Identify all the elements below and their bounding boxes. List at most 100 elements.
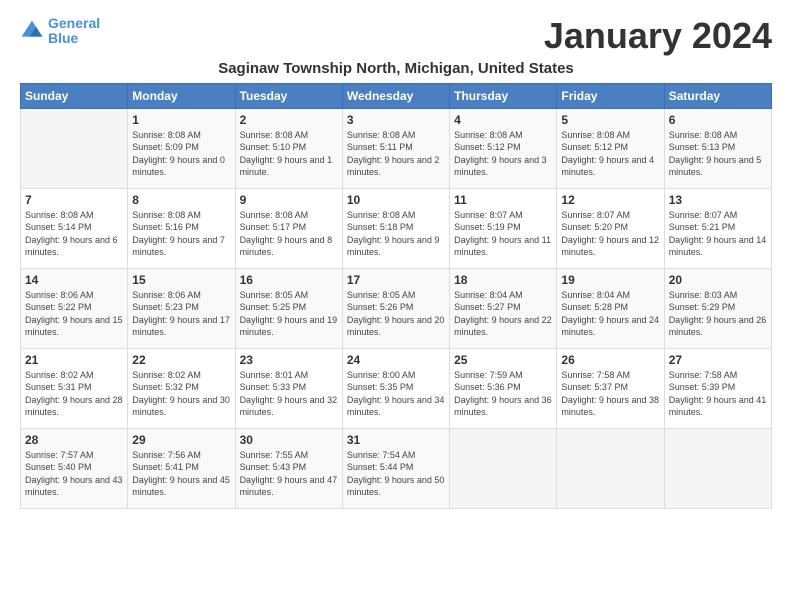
- day-number: 2: [240, 113, 338, 127]
- day-number: 23: [240, 353, 338, 367]
- day-cell: 28Sunrise: 7:57 AMSunset: 5:40 PMDayligh…: [21, 428, 128, 508]
- day-info: Sunrise: 8:04 AMSunset: 5:27 PMDaylight:…: [454, 289, 552, 339]
- day-cell: 11 Sunrise: 8:07 AMSunset: 5:19 PMDayligh…: [450, 188, 557, 268]
- day-info: Sunrise: 8:08 AMSunset: 5:10 PMDaylight:…: [240, 129, 338, 179]
- day-number: 19: [561, 273, 659, 287]
- day-info: Sunrise: 8:08 AMSunset: 5:16 PMDaylight:…: [132, 209, 230, 259]
- day-info: Sunrise: 8:03 AMSunset: 5:29 PMDaylight:…: [669, 289, 767, 339]
- day-cell: 10Sunrise: 8:08 AMSunset: 5:18 PMDayligh…: [342, 188, 449, 268]
- day-cell: [664, 428, 771, 508]
- logo: General Blue: [20, 16, 100, 47]
- day-info: Sunrise: 8:08 AMSunset: 5:17 PMDaylight:…: [240, 209, 338, 259]
- weekday-header-tuesday: Tuesday: [235, 83, 342, 108]
- day-cell: 3 Sunrise: 8:08 AMSunset: 5:11 PMDaylight…: [342, 108, 449, 188]
- day-number: 15: [132, 273, 230, 287]
- weekday-header-sunday: Sunday: [21, 83, 128, 108]
- day-info: Sunrise: 8:06 AMSunset: 5:22 PMDaylight:…: [25, 289, 123, 339]
- day-cell: 12 Sunrise: 8:07 AMSunset: 5:20 PMDayligh…: [557, 188, 664, 268]
- day-cell: 18 Sunrise: 8:04 AMSunset: 5:27 PMDayligh…: [450, 268, 557, 348]
- day-cell: 27 Sunrise: 7:58 AMSunset: 5:39 PMDayligh…: [664, 348, 771, 428]
- week-row-3: 14 Sunrise: 8:06 AMSunset: 5:22 PMDayligh…: [21, 268, 772, 348]
- day-info: Sunrise: 7:56 AMSunset: 5:41 PMDaylight:…: [132, 449, 230, 499]
- day-number: 12: [561, 193, 659, 207]
- day-number: 30: [240, 433, 338, 447]
- day-number: 21: [25, 353, 123, 367]
- day-info: Sunrise: 8:07 AMSunset: 5:20 PMDaylight:…: [561, 209, 659, 259]
- logo-text: General Blue: [48, 16, 100, 47]
- weekday-header-row: SundayMondayTuesdayWednesdayThursdayFrid…: [21, 83, 772, 108]
- day-number: 11: [454, 193, 552, 207]
- day-cell: 2 Sunrise: 8:08 AMSunset: 5:10 PMDaylight…: [235, 108, 342, 188]
- logo-icon: [20, 19, 44, 43]
- day-cell: 8 Sunrise: 8:08 AMSunset: 5:16 PMDaylight…: [128, 188, 235, 268]
- weekday-header-friday: Friday: [557, 83, 664, 108]
- day-info: Sunrise: 8:08 AMSunset: 5:11 PMDaylight:…: [347, 129, 445, 179]
- day-number: 3: [347, 113, 445, 127]
- day-cell: 22 Sunrise: 8:02 AMSunset: 5:32 PMDayligh…: [128, 348, 235, 428]
- calendar-table: SundayMondayTuesdayWednesdayThursdayFrid…: [20, 83, 772, 509]
- day-cell: 23 Sunrise: 8:01 AMSunset: 5:33 PMDayligh…: [235, 348, 342, 428]
- day-info: Sunrise: 8:01 AMSunset: 5:33 PMDaylight:…: [240, 369, 338, 419]
- day-number: 6: [669, 113, 767, 127]
- day-cell: 26 Sunrise: 7:58 AMSunset: 5:37 PMDayligh…: [557, 348, 664, 428]
- day-number: 25: [454, 353, 552, 367]
- day-info: Sunrise: 8:07 AMSunset: 5:19 PMDaylight:…: [454, 209, 552, 259]
- day-cell: 4 Sunrise: 8:08 AMSunset: 5:12 PMDaylight…: [450, 108, 557, 188]
- day-cell: 21 Sunrise: 8:02 AMSunset: 5:31 PMDayligh…: [21, 348, 128, 428]
- day-info: Sunrise: 8:08 AMSunset: 5:14 PMDaylight:…: [25, 209, 123, 259]
- day-number: 8: [132, 193, 230, 207]
- day-number: 1: [132, 113, 230, 127]
- day-info: Sunrise: 8:04 AMSunset: 5:28 PMDaylight:…: [561, 289, 659, 339]
- day-cell: [557, 428, 664, 508]
- day-cell: 24 Sunrise: 8:00 AMSunset: 5:35 PMDayligh…: [342, 348, 449, 428]
- day-number: 29: [132, 433, 230, 447]
- day-info: Sunrise: 8:05 AMSunset: 5:26 PMDaylight:…: [347, 289, 445, 339]
- day-cell: 15 Sunrise: 8:06 AMSunset: 5:23 PMDayligh…: [128, 268, 235, 348]
- day-number: 18: [454, 273, 552, 287]
- day-number: 17: [347, 273, 445, 287]
- header: General Blue January 2024: [20, 16, 772, 56]
- day-number: 28: [25, 433, 123, 447]
- day-info: Sunrise: 8:02 AMSunset: 5:31 PMDaylight:…: [25, 369, 123, 419]
- day-cell: 31Sunrise: 7:54 AMSunset: 5:44 PMDayligh…: [342, 428, 449, 508]
- day-info: Sunrise: 7:58 AMSunset: 5:39 PMDaylight:…: [669, 369, 767, 419]
- day-number: 31: [347, 433, 445, 447]
- day-number: 13: [669, 193, 767, 207]
- week-row-5: 28Sunrise: 7:57 AMSunset: 5:40 PMDayligh…: [21, 428, 772, 508]
- day-cell: 29 Sunrise: 7:56 AMSunset: 5:41 PMDayligh…: [128, 428, 235, 508]
- day-number: 22: [132, 353, 230, 367]
- day-cell: 6 Sunrise: 8:08 AMSunset: 5:13 PMDaylight…: [664, 108, 771, 188]
- day-number: 5: [561, 113, 659, 127]
- weekday-header-saturday: Saturday: [664, 83, 771, 108]
- day-info: Sunrise: 8:08 AMSunset: 5:13 PMDaylight:…: [669, 129, 767, 179]
- weekday-header-wednesday: Wednesday: [342, 83, 449, 108]
- day-number: 20: [669, 273, 767, 287]
- day-info: Sunrise: 8:00 AMSunset: 5:35 PMDaylight:…: [347, 369, 445, 419]
- day-cell: [21, 108, 128, 188]
- day-cell: 7 Sunrise: 8:08 AMSunset: 5:14 PMDaylight…: [21, 188, 128, 268]
- week-row-4: 21 Sunrise: 8:02 AMSunset: 5:31 PMDayligh…: [21, 348, 772, 428]
- title-block: January 2024: [544, 16, 772, 56]
- day-cell: 9Sunrise: 8:08 AMSunset: 5:17 PMDaylight…: [235, 188, 342, 268]
- day-info: Sunrise: 7:59 AMSunset: 5:36 PMDaylight:…: [454, 369, 552, 419]
- day-info: Sunrise: 8:07 AMSunset: 5:21 PMDaylight:…: [669, 209, 767, 259]
- day-info: Sunrise: 7:58 AMSunset: 5:37 PMDaylight:…: [561, 369, 659, 419]
- day-info: Sunrise: 8:08 AMSunset: 5:12 PMDaylight:…: [561, 129, 659, 179]
- day-number: 14: [25, 273, 123, 287]
- day-cell: 14 Sunrise: 8:06 AMSunset: 5:22 PMDayligh…: [21, 268, 128, 348]
- day-info: Sunrise: 8:06 AMSunset: 5:23 PMDaylight:…: [132, 289, 230, 339]
- day-info: Sunrise: 8:08 AMSunset: 5:12 PMDaylight:…: [454, 129, 552, 179]
- day-number: 4: [454, 113, 552, 127]
- day-number: 27: [669, 353, 767, 367]
- day-number: 16: [240, 273, 338, 287]
- day-number: 7: [25, 193, 123, 207]
- day-info: Sunrise: 8:02 AMSunset: 5:32 PMDaylight:…: [132, 369, 230, 419]
- location-title: Saginaw Township North, Michigan, United…: [20, 60, 772, 77]
- day-number: 26: [561, 353, 659, 367]
- day-info: Sunrise: 8:08 AMSunset: 5:18 PMDaylight:…: [347, 209, 445, 259]
- day-info: Sunrise: 8:05 AMSunset: 5:25 PMDaylight:…: [240, 289, 338, 339]
- day-cell: [450, 428, 557, 508]
- logo-line2: Blue: [48, 30, 78, 46]
- day-cell: 20 Sunrise: 8:03 AMSunset: 5:29 PMDayligh…: [664, 268, 771, 348]
- day-number: 24: [347, 353, 445, 367]
